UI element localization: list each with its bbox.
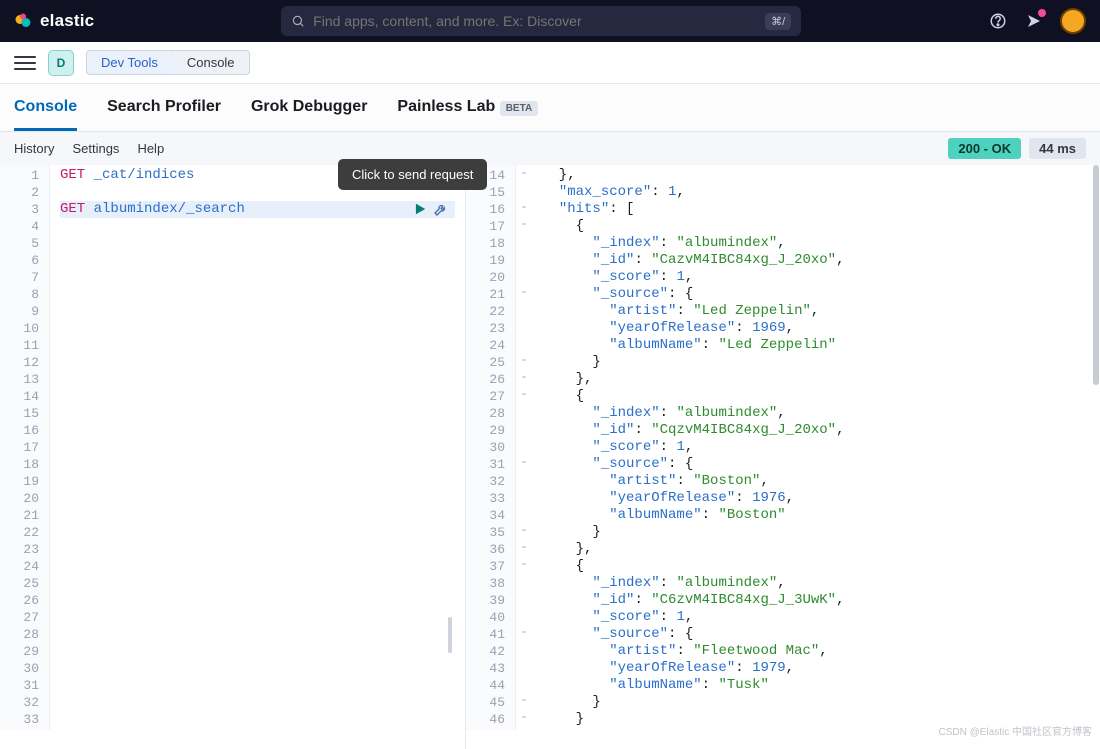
search-icon (291, 14, 305, 28)
request-line-gutter: 1234567891011121314151617181920212223242… (0, 165, 50, 730)
editor-panes: 1234567891011121314151617181920212223242… (0, 165, 1100, 749)
dev-tools-tabs: Console Search Profiler Grok Debugger Pa… (0, 84, 1100, 132)
response-viewer[interactable]: 1415161718192021222324252627282930313233… (466, 165, 1100, 749)
response-scroll-thumb[interactable] (1093, 165, 1099, 385)
breadcrumb: Dev Tools Console (86, 50, 250, 75)
request-code[interactable]: GET _cat/indices GET albumindex/_search (50, 165, 465, 730)
notification-dot (1038, 9, 1046, 17)
console-toolbar-left: History Settings Help (14, 141, 164, 156)
response-line-gutter: 1415161718192021222324252627282930313233… (466, 165, 516, 730)
request-row-actions (413, 201, 449, 217)
newsfeed-icon[interactable] (1024, 11, 1044, 31)
brand-text: elastic (40, 11, 94, 31)
global-search-input[interactable] (313, 13, 757, 29)
breadcrumb-devtools[interactable]: Dev Tools (86, 50, 173, 75)
history-link[interactable]: History (14, 141, 54, 156)
tab-search-profiler[interactable]: Search Profiler (107, 98, 221, 131)
console-toolbar: History Settings Help 200 - OK 44 ms (0, 132, 1100, 165)
breadcrumb-bar: D Dev Tools Console (0, 42, 1100, 84)
send-request-icon[interactable] (413, 202, 427, 216)
pane-resize-handle[interactable] (466, 291, 472, 749)
tab-painless-lab[interactable]: Painless Lab BETA (397, 98, 538, 131)
request-editor[interactable]: 1234567891011121314151617181920212223242… (0, 165, 466, 749)
latency-badge: 44 ms (1029, 138, 1086, 159)
settings-link[interactable]: Settings (72, 141, 119, 156)
header-actions (988, 8, 1086, 34)
tab-painless-label: Painless Lab (397, 98, 495, 115)
console-toolbar-right: 200 - OK 44 ms (948, 138, 1086, 159)
beta-badge: BETA (500, 101, 538, 116)
response-scrollbar[interactable] (1092, 165, 1100, 749)
response-fold-gutter[interactable]: -------------- (516, 165, 532, 726)
help-icon[interactable] (988, 11, 1008, 31)
global-search[interactable]: ⌘/ (281, 6, 801, 36)
user-avatar[interactable] (1060, 8, 1086, 34)
tab-console[interactable]: Console (14, 98, 77, 131)
menu-toggle-icon[interactable] (14, 52, 36, 74)
brand-area: elastic (14, 11, 94, 31)
top-header: elastic ⌘/ (0, 0, 1100, 42)
request-resize-grip[interactable] (448, 617, 452, 653)
breadcrumb-console: Console (173, 50, 250, 75)
tab-grok-debugger[interactable]: Grok Debugger (251, 98, 367, 131)
response-code[interactable]: }, "max_score": 1, "hits": [ { "_index":… (532, 165, 1100, 730)
elastic-logo-icon (14, 12, 32, 30)
help-link[interactable]: Help (137, 141, 164, 156)
watermark-text: CSDN @Elastic 中国社区官方博客 (939, 723, 1093, 738)
deployment-badge[interactable]: D (48, 50, 74, 76)
status-badge: 200 - OK (948, 138, 1021, 159)
request-options-icon[interactable] (433, 201, 449, 217)
search-shortcut: ⌘/ (765, 13, 791, 30)
send-request-tooltip: Click to send request (338, 159, 487, 190)
